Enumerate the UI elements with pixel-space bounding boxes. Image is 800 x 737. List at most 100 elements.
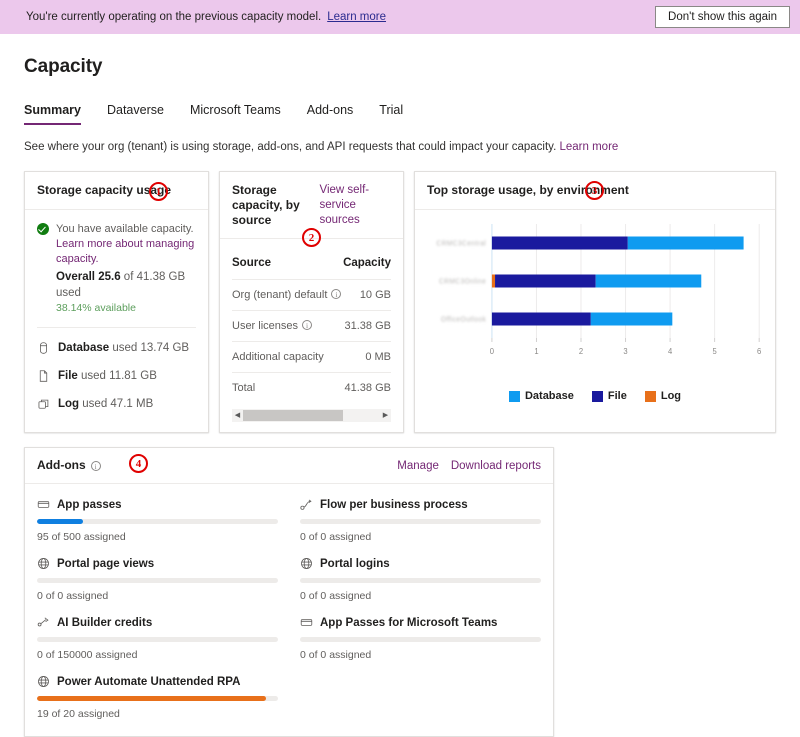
tab-microsoft-teams[interactable]: Microsoft Teams: [190, 100, 281, 125]
download-reports-link[interactable]: Download reports: [451, 460, 541, 472]
storage-source-table-head: Source Capacity: [232, 251, 391, 280]
source-label-org-default: Org (tenant) default: [232, 289, 328, 301]
addon-assigned-text: 0 of 0 assigned: [300, 531, 372, 543]
addon-name: Portal page views: [57, 557, 155, 570]
usage-file-text: File used 11.81 GB: [58, 370, 157, 382]
page-subtitle-text: See where your org (tenant) is using sto…: [24, 141, 557, 153]
source-cell-total: Total: [232, 382, 256, 394]
usage-database-text: Database used 13.74 GB: [58, 342, 189, 354]
addon-header: Portal logins: [300, 557, 541, 570]
bar-segment-log[interactable]: [491, 274, 496, 288]
svg-text:CRMC3Online: CRMC3Online: [439, 278, 486, 285]
database-icon: [40, 342, 47, 354]
addon-assigned-text: 19 of 20 assigned: [37, 708, 120, 720]
page-title: Capacity: [24, 56, 103, 77]
addon-assigned-text: 0 of 0 assigned: [300, 590, 372, 602]
storage-by-source-card: Storage capacity, by source View self-se…: [219, 171, 404, 433]
available-percent-text: 38.14% available: [56, 302, 136, 314]
addon-assigned-text: 0 of 0 assigned: [37, 590, 109, 602]
storage-source-table: Source Capacity Org (tenant) default i 10…: [232, 251, 391, 403]
column-header-source: Source: [232, 251, 343, 280]
table-horizontal-scrollbar[interactable]: ◀ ▶: [232, 409, 391, 422]
addon-progress-fill: [37, 696, 266, 701]
subtitle-learn-more-link[interactable]: Learn more: [559, 141, 618, 153]
addon-assigned-text: 0 of 150000 assigned: [37, 649, 138, 661]
source-cell-user-licenses: User licenses i: [232, 310, 343, 342]
info-icon[interactable]: i: [90, 460, 101, 471]
addon-progress-track: [300, 519, 541, 524]
scroll-left-arrow-icon[interactable]: ◀: [232, 409, 243, 422]
legend-item-database[interactable]: Database: [508, 390, 574, 402]
tab-add-ons[interactable]: Add-ons: [307, 100, 354, 125]
column-header-capacity: Capacity: [342, 251, 391, 280]
chart-legend: Database File Log: [427, 390, 763, 402]
scroll-right-arrow-icon[interactable]: ▶: [380, 409, 391, 422]
category-label: OfficeOutlook: [441, 316, 486, 323]
usage-database-label: Database: [58, 342, 110, 354]
check-circle-icon: [37, 223, 49, 235]
capacity-status-text: You have available capacity. Learn more …: [56, 222, 196, 267]
managing-capacity-link[interactable]: Learn more about managing capacity.: [56, 238, 194, 265]
table-row: User licenses i 31.38 GB: [232, 310, 391, 342]
tab-trial[interactable]: Trial: [379, 100, 403, 125]
overall-value: 25.6: [98, 271, 121, 283]
add-ons-card-header: Add-ons i Manage Download reports: [25, 448, 553, 484]
storage-by-source-card-body: Source Capacity Org (tenant) default i 10…: [220, 239, 403, 432]
source-label-user-licenses: User licenses: [232, 320, 299, 332]
capacity-status-row: You have available capacity. Learn more …: [37, 222, 196, 267]
banner-learn-more-link[interactable]: Learn more: [327, 11, 386, 23]
legend-label-file: File: [607, 390, 627, 402]
addon-progress-track: [37, 637, 278, 642]
addon-progress-track: [300, 637, 541, 642]
addon-header: AI Builder credits: [37, 616, 278, 629]
tab-summary[interactable]: Summary: [24, 100, 81, 125]
view-self-service-sources-link[interactable]: View self-service sources: [320, 183, 392, 228]
scrollbar-track[interactable]: [243, 409, 380, 422]
addon-item: AI Builder credits 0 of 150000 assigned: [37, 616, 278, 661]
bar-segment-file[interactable]: [495, 274, 596, 288]
scrollbar-thumb[interactable]: [243, 410, 343, 421]
overall-usage-line: Overall 25.6 of 41.38 GB used: [37, 269, 196, 301]
bar-segment-file[interactable]: [491, 236, 628, 250]
card-divider: [37, 327, 196, 328]
usage-line-log: Log used 47.1 MB: [37, 397, 196, 411]
legend-swatch-file: [591, 390, 603, 402]
bar-segment-database[interactable]: [627, 236, 744, 250]
x-tick-label: 1: [534, 347, 538, 356]
add-ons-actions: Manage Download reports: [397, 460, 541, 472]
manage-link[interactable]: Manage: [397, 460, 439, 472]
legend-item-file[interactable]: File: [591, 390, 627, 402]
tab-dataverse[interactable]: Dataverse: [107, 100, 164, 125]
log-icon: [38, 399, 49, 409]
chart-category-labels: CRMC3Central CRMC3Online OfficeOutlook: [436, 240, 486, 323]
x-tick-label: 2: [579, 347, 583, 356]
annotation-badge-2: 2: [302, 228, 321, 247]
addon-progress-fill: [37, 519, 83, 524]
globe-icon: [37, 557, 50, 570]
source-cell-org-default: Org (tenant) default i: [232, 279, 343, 311]
addon-header: Flow per business process: [300, 498, 541, 511]
ai-builder-icon: [37, 616, 50, 629]
annotation-badge-1: 1: [149, 182, 168, 201]
legend-label-log: Log: [660, 390, 682, 402]
add-ons-title-wrap: Add-ons i: [37, 458, 101, 473]
add-ons-card-title: Add-ons: [37, 458, 86, 472]
bar-segment-database[interactable]: [590, 312, 673, 326]
legend-item-log[interactable]: Log: [644, 390, 682, 402]
usage-log-label: Log: [58, 398, 80, 410]
storage-source-table-body: Org (tenant) default i 10 GB User license…: [232, 279, 391, 404]
dont-show-again-button[interactable]: Don't show this again: [655, 6, 790, 28]
bar-segment-file[interactable]: [491, 312, 591, 326]
x-tick-label: 6: [757, 347, 761, 356]
addon-header: App passes: [37, 498, 278, 511]
info-icon[interactable]: i: [331, 289, 342, 299]
app-passes-icon: [300, 616, 313, 629]
globe-icon: [37, 675, 50, 688]
addon-item: Power Automate Unattended RPA 19 of 20 as…: [37, 675, 278, 720]
info-icon[interactable]: i: [302, 320, 313, 330]
table-row-total: Total 41.38 GB: [232, 373, 391, 404]
usage-log-text: Log used 47.1 MB: [58, 398, 153, 410]
addon-header: Power Automate Unattended RPA: [37, 675, 278, 688]
capacity-tabs: Summary Dataverse Microsoft Teams Add-on…: [24, 100, 776, 125]
bar-segment-database[interactable]: [595, 274, 702, 288]
